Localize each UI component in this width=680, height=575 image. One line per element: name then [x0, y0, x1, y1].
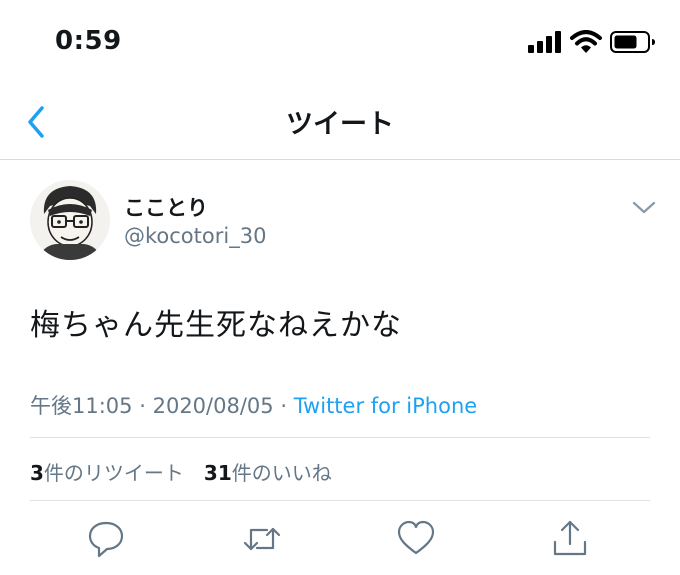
likes-label: 件のいいね	[231, 461, 332, 485]
like-button[interactable]	[396, 516, 436, 562]
retweets-label: 件のリツイート	[43, 461, 184, 485]
more-options-button[interactable]	[628, 196, 660, 218]
retweets-stat[interactable]: 3件のリツイート	[30, 461, 184, 485]
like-icon	[397, 520, 435, 555]
meta-separator: ·	[280, 394, 288, 418]
share-button[interactable]	[550, 516, 590, 562]
tweet-text: 梅ちゃん先生死なねえかな	[30, 308, 402, 343]
likes-stat[interactable]: 31件のいいね	[204, 461, 332, 485]
status-bar: 0:59	[0, 0, 680, 80]
display-name[interactable]: こことり	[124, 192, 208, 222]
retweet-icon	[243, 527, 281, 551]
share-icon	[553, 520, 587, 556]
tweet-date: 2020/08/05	[152, 394, 274, 418]
tweet-actions	[0, 516, 680, 566]
status-time: 0:59	[55, 26, 122, 56]
chevron-down-icon	[632, 201, 656, 214]
wifi-icon	[570, 30, 602, 53]
cellular-signal-icon	[528, 31, 561, 53]
tweet-meta: 午後11:05 · 2020/08/05 · Twitter for iPhon…	[30, 390, 477, 420]
meta-separator: ·	[139, 394, 146, 418]
user-handle[interactable]: @kocotori_30	[124, 224, 266, 248]
tweet-stats: 3件のリツイート 31件のいいね	[30, 457, 332, 486]
navigation-bar: ツイート	[0, 80, 680, 160]
status-icons	[528, 30, 656, 54]
reply-icon	[88, 521, 124, 558]
divider	[30, 500, 650, 501]
avatar-illustration	[30, 180, 110, 260]
tweet-detail-screen: 0:59 ツイート こことり @kocotori_30 梅ちゃん先生死なねえかな…	[0, 0, 680, 575]
page-title: ツイート	[286, 109, 394, 140]
retweet-button[interactable]	[242, 516, 282, 562]
likes-count: 31	[203, 461, 232, 485]
tweet-source-link[interactable]: Twitter for iPhone	[294, 394, 478, 418]
tweet-time: 午後11:05	[30, 394, 133, 418]
avatar[interactable]	[30, 180, 110, 260]
battery-icon	[610, 31, 655, 53]
retweets-count: 3	[30, 461, 44, 485]
divider	[30, 437, 650, 438]
reply-button[interactable]	[86, 516, 126, 562]
